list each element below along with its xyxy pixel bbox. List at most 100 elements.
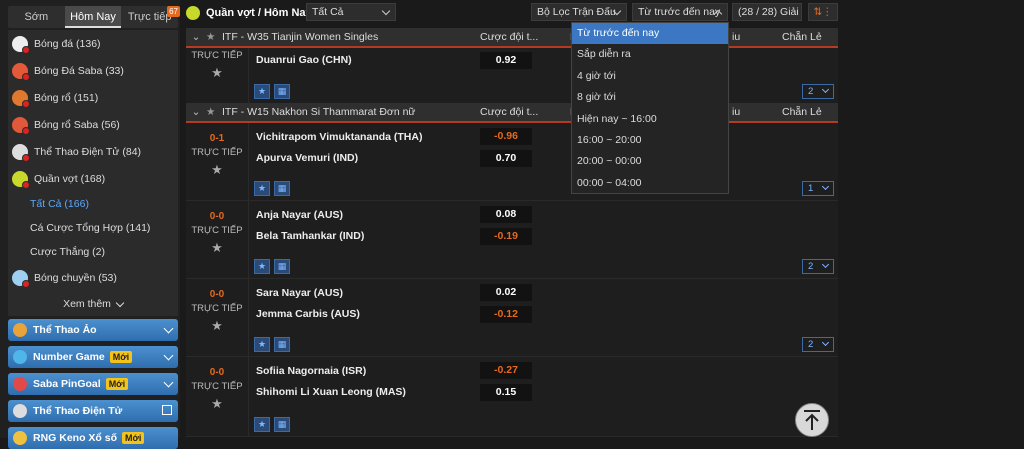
promo-saba-pingoal[interactable]: Saba PinGoal Mới bbox=[8, 373, 178, 395]
league-name: ITF - W35 Tianjin Women Singles bbox=[222, 31, 379, 43]
favorite-icon[interactable]: ★ bbox=[254, 417, 270, 432]
stats-icon[interactable]: ▦ bbox=[274, 84, 290, 99]
time-option[interactable]: 8 giờ tới bbox=[572, 87, 728, 108]
team-name: Duanrui Gao (CHN) bbox=[256, 54, 352, 66]
time-option[interactable]: 00:00 ~ 04:00 bbox=[572, 173, 728, 194]
odds-cell[interactable]: 0.70 bbox=[480, 150, 532, 167]
odds-cell[interactable]: 0.92 bbox=[480, 52, 532, 69]
match-score: 0-0 bbox=[209, 211, 225, 222]
headset-icon bbox=[13, 404, 27, 418]
arrow-up-icon bbox=[804, 410, 820, 430]
see-more-button[interactable]: Xem thêm bbox=[8, 291, 178, 317]
sport-item-tennis[interactable]: Quần vợt (168) bbox=[8, 165, 178, 192]
chevron-down-icon bbox=[821, 338, 830, 347]
match-filter-button[interactable]: Bộ Lọc Trận Đấu bbox=[531, 3, 627, 21]
time-option[interactable]: 20:00 ~ 00:00 bbox=[572, 151, 728, 172]
league-header[interactable]: ⌄ ★ ITF - W35 Tianjin Women Singles Cược … bbox=[186, 28, 838, 48]
sport-item-saba-football[interactable]: Bóng Đá Saba (33) bbox=[8, 57, 178, 84]
sport-item-saba-basketball[interactable]: Bóng rổ Saba (56) bbox=[8, 111, 178, 138]
chevron-down-icon[interactable]: ⌄ bbox=[186, 31, 206, 43]
live-label: TRỰC TIẾP bbox=[191, 50, 243, 61]
page-selector[interactable]: 2 bbox=[802, 84, 834, 99]
page-number: 2 bbox=[808, 261, 814, 272]
star-icon[interactable]: ★ bbox=[186, 396, 248, 412]
volleyball-icon bbox=[12, 269, 30, 288]
match-actions: ★ ▦ bbox=[254, 259, 290, 274]
match-actions: ★ ▦ bbox=[254, 84, 290, 99]
star-icon[interactable]: ★ bbox=[186, 318, 248, 334]
promo-esports[interactable]: Thể Thao Điện Tử bbox=[8, 400, 178, 422]
live-label: TRỰC TIẾP bbox=[191, 381, 243, 392]
see-more-label: Xem thêm bbox=[63, 298, 111, 310]
new-badge: Mới bbox=[122, 432, 145, 444]
saba-football-icon bbox=[12, 62, 30, 81]
tennis-sub-all[interactable]: Tất Cả (166) bbox=[8, 192, 178, 216]
match-actions: ★ ▦ bbox=[254, 337, 290, 352]
match-status: 0-0 TRỰC TIẾP ★ bbox=[186, 201, 248, 256]
odds-cell[interactable]: 0.02 bbox=[480, 284, 532, 301]
star-icon[interactable]: ★ bbox=[186, 240, 248, 256]
col-header-oddeven: Chẵn Lẻ bbox=[782, 31, 822, 43]
market-filter-select[interactable]: Tất Cả bbox=[306, 3, 396, 21]
page-title: Quần vợt / Hôm Nay bbox=[186, 3, 312, 23]
tennis-sub-combo[interactable]: Cá Cược Tổng Hợp (141) bbox=[8, 216, 178, 240]
favorite-icon[interactable]: ★ bbox=[254, 181, 270, 196]
chevron-down-icon bbox=[381, 6, 391, 16]
match-row: 0-0 TRỰC TIẾP ★ Sara Nayar (AUS) Jemma Car… bbox=[186, 279, 838, 357]
star-icon[interactable]: ★ bbox=[186, 65, 248, 81]
col-header-winner: Cược đội t... bbox=[480, 106, 539, 118]
tennis-sub-outright[interactable]: Cược Thắng (2) bbox=[8, 240, 178, 264]
tab-live[interactable]: Trực tiếp 67 bbox=[121, 6, 181, 28]
col-header-ou: iu bbox=[732, 31, 741, 43]
scroll-to-top-button[interactable] bbox=[795, 403, 829, 437]
time-option[interactable]: Từ trước đến nay bbox=[572, 23, 728, 45]
league-count-label: (28 / 28) Giải bbox=[738, 6, 799, 18]
page-selector[interactable]: 2 bbox=[802, 337, 834, 352]
sort-button[interactable]: ⇅⋮ bbox=[808, 3, 838, 21]
chevron-down-icon[interactable]: ⌄ bbox=[186, 106, 206, 118]
odds-cell[interactable]: -0.19 bbox=[480, 228, 532, 245]
stats-icon[interactable]: ▦ bbox=[274, 337, 290, 352]
odds-cell[interactable]: -0.96 bbox=[480, 128, 532, 145]
sport-item-volleyball[interactable]: Bóng chuyền (53) bbox=[8, 264, 178, 291]
league-header[interactable]: ⌄ ★ ITF - W15 Nakhon Si Thammarat Đơn nữ … bbox=[186, 103, 838, 123]
stats-icon[interactable]: ▦ bbox=[274, 259, 290, 274]
odds-cell[interactable]: 0.15 bbox=[480, 384, 532, 401]
time-option[interactable]: Sắp diễn ra bbox=[572, 44, 728, 65]
odds-cell[interactable]: 0.08 bbox=[480, 206, 532, 223]
promo-label: Thể Thao Ảo bbox=[33, 324, 97, 336]
sport-label: Bóng chuyền (53) bbox=[34, 271, 117, 284]
match-row: 0-0 TRỰC TIẾP ★ Sofiia Nagornaia (ISR) Shi… bbox=[186, 357, 838, 437]
stats-icon[interactable]: ▦ bbox=[274, 181, 290, 196]
sport-label: Bóng Đá Saba (33) bbox=[34, 64, 124, 77]
odds-cell[interactable]: -0.12 bbox=[480, 306, 532, 323]
tab-today[interactable]: Hôm Nay bbox=[64, 6, 122, 28]
tab-early[interactable]: Sớm bbox=[8, 6, 65, 28]
star-icon[interactable]: ★ bbox=[206, 106, 222, 118]
favorite-icon[interactable]: ★ bbox=[254, 259, 270, 274]
sport-item-basketball[interactable]: Bóng rổ (151) bbox=[8, 84, 178, 111]
tab-live-label: Trực tiếp bbox=[127, 11, 172, 23]
col-header-ou: iu bbox=[732, 106, 741, 118]
promo-rng-keno[interactable]: RNG Keno Xổ số Mới bbox=[8, 427, 178, 449]
star-icon[interactable]: ★ bbox=[206, 31, 222, 43]
time-filter-select[interactable]: Từ trước đến nay bbox=[632, 3, 728, 21]
favorite-icon[interactable]: ★ bbox=[254, 337, 270, 352]
page-selector[interactable]: 2 bbox=[802, 259, 834, 274]
live-count-badge: 67 bbox=[167, 6, 181, 17]
time-option[interactable]: 16:00 ~ 20:00 bbox=[572, 130, 728, 151]
favorite-icon[interactable]: ★ bbox=[254, 84, 270, 99]
time-option[interactable]: 4 giờ tới bbox=[572, 66, 728, 87]
stats-icon[interactable]: ▦ bbox=[274, 417, 290, 432]
keno-icon bbox=[13, 431, 27, 445]
match-row: 0-0 TRỰC TIẾP ★ Anja Nayar (AUS) Bela Tamh… bbox=[186, 201, 838, 279]
page-number: 2 bbox=[808, 86, 814, 97]
sport-item-football[interactable]: Bóng đá (136) bbox=[8, 30, 178, 57]
promo-number-game[interactable]: Number Game Mới bbox=[8, 346, 178, 368]
sport-item-esports[interactable]: Thể Thao Điện Tử (84) bbox=[8, 138, 178, 165]
star-icon[interactable]: ★ bbox=[186, 162, 248, 178]
odds-cell[interactable]: -0.27 bbox=[480, 362, 532, 379]
page-selector[interactable]: 1 bbox=[802, 181, 834, 196]
time-option[interactable]: Hiện nay ~ 16:00 bbox=[572, 109, 728, 130]
promo-virtual-sports[interactable]: Thể Thao Ảo bbox=[8, 319, 178, 341]
